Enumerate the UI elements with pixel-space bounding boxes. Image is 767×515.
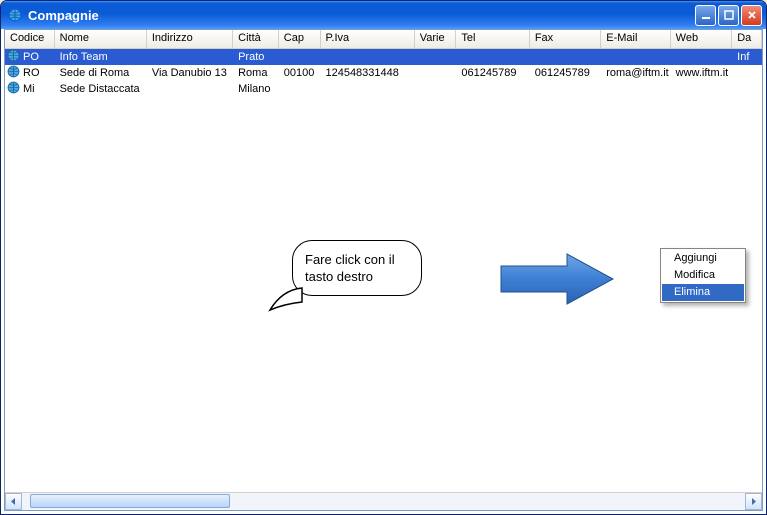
table-cell: 00100 (279, 66, 321, 80)
table-cell (732, 88, 762, 90)
table-cell: Info Team (55, 50, 147, 64)
table-cell (456, 56, 529, 58)
client-area: CodiceNomeIndirizzoCittàCapP.IvaVarieTel… (4, 29, 763, 511)
column-header[interactable]: P.Iva (321, 30, 415, 48)
table-cell: www.iftm.it (671, 66, 733, 80)
arrow-icon (497, 250, 617, 308)
table-cell (415, 56, 457, 58)
column-header[interactable]: Fax (530, 30, 601, 48)
table-cell (601, 88, 670, 90)
table-cell (456, 88, 529, 90)
context-menu-item[interactable]: Modifica (662, 267, 744, 284)
table-cell (147, 56, 233, 58)
table-cell: 124548331448 (320, 66, 414, 80)
titlebar[interactable]: Compagnie (1, 1, 766, 29)
table-cell (415, 72, 457, 74)
column-header[interactable]: Varie (415, 30, 457, 48)
table-cell: Prato (233, 50, 279, 64)
globe-icon (7, 65, 20, 81)
table-cell: PO (5, 49, 55, 65)
horizontal-scrollbar[interactable] (5, 492, 762, 510)
scroll-right-button[interactable] (745, 493, 762, 510)
table-cell (671, 88, 733, 90)
table-row[interactable]: ROSede di RomaVia Danubio 13Roma00100124… (5, 65, 762, 81)
column-header[interactable]: Indirizzo (147, 30, 233, 48)
scroll-track[interactable] (22, 493, 745, 510)
app-icon (7, 7, 23, 23)
list-view[interactable]: CodiceNomeIndirizzoCittàCapP.IvaVarieTel… (5, 30, 762, 493)
column-header[interactable]: Web (671, 30, 733, 48)
table-row[interactable]: MiSede Distaccata Milano (5, 81, 762, 97)
scroll-thumb[interactable] (30, 494, 230, 508)
column-header-row: CodiceNomeIndirizzoCittàCapP.IvaVarieTel… (5, 30, 762, 49)
table-cell (320, 56, 414, 58)
table-cell: roma@iftm.it (601, 66, 670, 80)
column-header[interactable]: E-Mail (601, 30, 670, 48)
table-cell: Sede Distaccata (55, 82, 147, 96)
table-cell (732, 72, 762, 74)
table-cell (530, 88, 601, 90)
table-cell: Via Danubio 13 (147, 66, 233, 80)
column-header[interactable]: Nome (55, 30, 147, 48)
table-cell: Milano (233, 82, 279, 96)
close-button[interactable] (741, 5, 762, 26)
column-header[interactable]: Codice (5, 30, 55, 48)
table-cell: Inf (732, 50, 762, 64)
table-cell (320, 88, 414, 90)
maximize-button[interactable] (718, 5, 739, 26)
table-cell (415, 88, 457, 90)
table-row[interactable]: POInfo Team Prato Inf (5, 49, 762, 65)
table-cell (279, 88, 321, 90)
context-menu-item[interactable]: Aggiungi (662, 250, 744, 267)
table-cell: 061245789 (530, 66, 601, 80)
column-header[interactable]: Cap (279, 30, 321, 48)
globe-icon (7, 49, 20, 65)
window-title: Compagnie (28, 8, 99, 23)
instruction-callout: Fare click con il tasto destro (292, 240, 422, 296)
callout-line: Fare click con il (305, 251, 409, 268)
globe-icon (7, 81, 20, 97)
scroll-left-button[interactable] (5, 493, 22, 510)
table-cell: 061245789 (456, 66, 529, 80)
context-menu[interactable]: AggiungiModificaElimina (660, 248, 746, 303)
table-cell (671, 56, 733, 58)
context-menu-item[interactable]: Elimina (662, 284, 744, 301)
speech-bubble: Fare click con il tasto destro (292, 240, 422, 296)
column-header[interactable]: Tel (456, 30, 529, 48)
table-cell: Mi (5, 81, 55, 97)
callout-line: tasto destro (305, 268, 409, 285)
app-window: Compagnie CodiceNomeIndirizzoCittàCapP.I… (0, 0, 767, 515)
table-cell (530, 56, 601, 58)
table-cell: Sede di Roma (55, 66, 147, 80)
table-cell (279, 56, 321, 58)
table-cell (601, 56, 670, 58)
table-cell: Roma (233, 66, 279, 80)
data-rows: POInfo TeamPratoInfROSede di RomaVia Dan… (5, 49, 762, 97)
column-header[interactable]: Da (732, 30, 762, 48)
column-header[interactable]: Città (233, 30, 279, 48)
table-cell (147, 88, 233, 90)
table-cell: RO (5, 65, 55, 81)
minimize-button[interactable] (695, 5, 716, 26)
